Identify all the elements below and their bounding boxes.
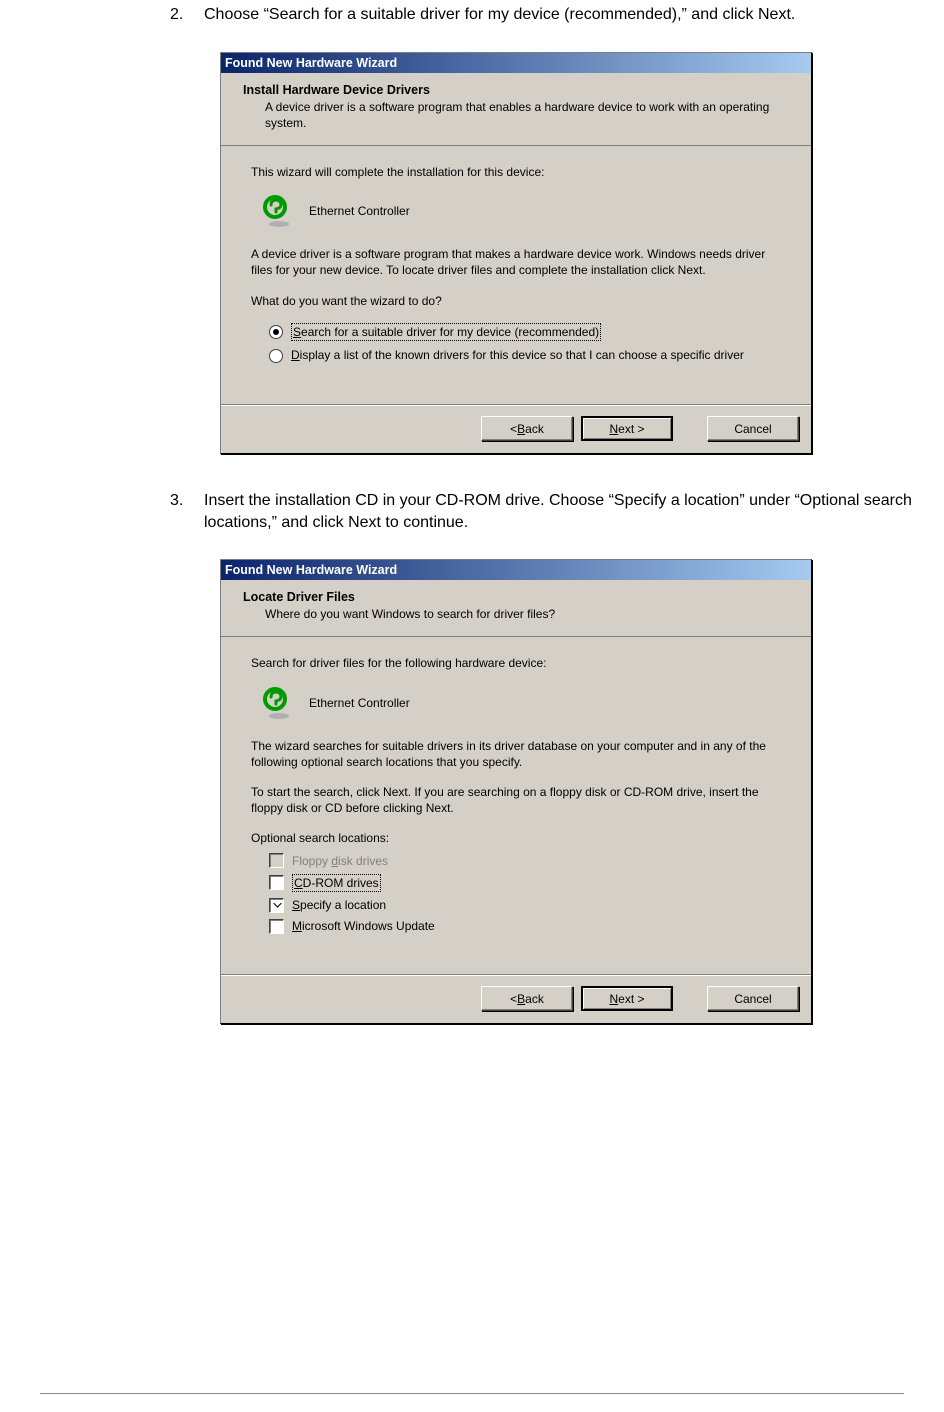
- instruction-step-2: 2. Choose “Search for a suitable driver …: [170, 4, 944, 26]
- wizard-install-drivers: Found New Hardware Wizard Install Hardwa…: [220, 52, 812, 455]
- body-text: To start the search, click Next. If you …: [251, 784, 781, 816]
- question-device-icon: [261, 194, 295, 228]
- wizard-body: This wizard will complete the installati…: [221, 146, 811, 405]
- back-button[interactable]: < Back: [481, 986, 573, 1011]
- step-number: 3.: [170, 490, 204, 533]
- window-title: Found New Hardware Wizard: [225, 56, 397, 70]
- device-display: Ethernet Controller: [261, 194, 781, 228]
- checkbox-label: CD-ROM drives: [292, 874, 381, 892]
- wizard-locate-driver-files: Found New Hardware Wizard Locate Driver …: [220, 559, 812, 1024]
- checkbox-label: Specify a location: [292, 897, 386, 913]
- cancel-button[interactable]: Cancel: [707, 986, 799, 1011]
- titlebar: Found New Hardware Wizard: [221, 560, 811, 580]
- wizard-header: Locate Driver Files Where do you want Wi…: [221, 580, 811, 637]
- body-text: A device driver is a software program th…: [251, 246, 781, 278]
- wizard-header: Install Hardware Device Drivers A device…: [221, 73, 811, 146]
- step-number: 2.: [170, 4, 204, 26]
- radio-label: Display a list of the known drivers for …: [291, 347, 744, 363]
- checkbox-cdrom[interactable]: CD-ROM drives: [269, 874, 781, 892]
- window-title: Found New Hardware Wizard: [225, 563, 397, 577]
- next-button[interactable]: Next >: [581, 986, 673, 1011]
- header-subtitle: Where do you want Windows to search for …: [265, 606, 793, 622]
- body-text: The wizard searches for suitable drivers…: [251, 738, 781, 770]
- checkbox-floppy-disk: Floppy disk drives: [269, 853, 781, 869]
- checkbox-icon: [269, 898, 284, 913]
- checkbox-icon: [269, 853, 284, 868]
- checkbox-windows-update[interactable]: Microsoft Windows Update: [269, 918, 781, 934]
- checkbox-label: Microsoft Windows Update: [292, 918, 435, 934]
- header-title: Install Hardware Device Drivers: [243, 83, 793, 97]
- radio-icon: [269, 349, 283, 363]
- radio-option-display-list[interactable]: Display a list of the known drivers for …: [269, 347, 781, 363]
- device-name: Ethernet Controller: [309, 204, 410, 218]
- next-button[interactable]: Next >: [581, 416, 673, 441]
- button-bar: < Back Next > Cancel: [221, 975, 811, 1023]
- back-button[interactable]: < Back: [481, 416, 573, 441]
- wizard-body: Search for driver files for the followin…: [221, 637, 811, 975]
- device-name: Ethernet Controller: [309, 696, 410, 710]
- question-device-icon: [261, 686, 295, 720]
- option-group-title: Optional search locations:: [251, 830, 781, 846]
- radio-icon: [269, 325, 283, 339]
- cancel-button[interactable]: Cancel: [707, 416, 799, 441]
- radio-option-search[interactable]: Search for a suitable driver for my devi…: [269, 323, 781, 341]
- step-text: Choose “Search for a suitable driver for…: [204, 4, 944, 26]
- button-bar: < Back Next > Cancel: [221, 405, 811, 453]
- prompt-text: What do you want the wizard to do?: [251, 293, 781, 309]
- titlebar: Found New Hardware Wizard: [221, 53, 811, 73]
- device-display: Ethernet Controller: [261, 686, 781, 720]
- instruction-step-3: 3. Insert the installation CD in your CD…: [170, 490, 944, 533]
- checkbox-label: Floppy disk drives: [292, 853, 388, 869]
- body-text: Search for driver files for the followin…: [251, 655, 781, 671]
- checkbox-icon: [269, 875, 284, 890]
- radio-label: Search for a suitable driver for my devi…: [291, 323, 601, 341]
- checkbox-icon: [269, 919, 284, 934]
- page-footer-rule: [40, 1393, 904, 1394]
- step-text: Insert the installation CD in your CD-RO…: [204, 490, 944, 533]
- checkbox-specify-location[interactable]: Specify a location: [269, 897, 781, 913]
- header-title: Locate Driver Files: [243, 590, 793, 604]
- header-subtitle: A device driver is a software program th…: [265, 99, 793, 131]
- body-text: This wizard will complete the installati…: [251, 164, 781, 180]
